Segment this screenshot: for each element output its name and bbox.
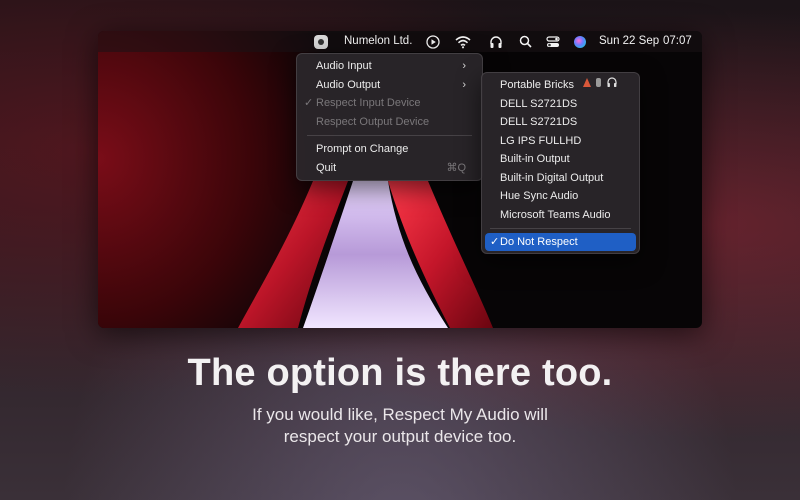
submenu-item-do-not-respect[interactable]: ✓ Do Not Respect [485,233,636,251]
search-icon[interactable] [519,31,532,52]
menu-item-label: Audio Output [316,79,381,91]
hero-subtitle-line-2: respect your output device too. [283,427,517,446]
menu-item-label: Quit [316,162,337,174]
menu-item-label: Respect Output Device [316,116,430,128]
menu-item-prompt-on-change[interactable]: Prompt on Change [316,140,408,158]
shortcut-label: ⌘Q [446,162,466,174]
menu-item-label: Respect Input Device [316,97,421,109]
app-dropdown-menu: Audio Input › Audio Output › ✓ Respect I… [296,53,483,181]
menu-item-respect-input-device[interactable]: ✓ Respect Input Device [304,94,421,112]
chevron-right-icon: › [462,60,466,72]
audio-output-submenu: Portable Bricks DELL S2721DS DELL S2721D… [481,72,640,254]
siri-icon[interactable] [573,31,587,52]
hero-subtitle: If you would like, Respect My Audio will… [0,404,800,448]
headphones-icon[interactable] [489,31,503,52]
menu-item-label: Prompt on Change [316,143,409,155]
app-icon [314,34,328,49]
menu-separator [307,135,472,136]
desktop-screenshot: Numelon Ltd. Sun 22 Sep 07:07 Audio Inpu… [98,31,702,328]
submenu-item-hue-sync[interactable]: Hue Sync Audio [500,187,578,205]
speaker-emoji-icons [582,76,622,94]
app-menu-extra[interactable] [314,31,328,52]
play-icon[interactable] [426,31,440,52]
submenu-item-lg[interactable]: LG IPS FULLHD [500,132,581,150]
submenu-item-built-in-output[interactable]: Built-in Output [500,150,570,168]
checkmark-icon: ✓ [304,97,314,109]
wifi-icon[interactable] [455,31,471,52]
hero-subtitle-line-1: If you would like, Respect My Audio will [252,405,548,424]
control-center-icon[interactable] [546,31,560,52]
chevron-right-icon: › [462,79,466,91]
menu-item-audio-input[interactable]: Audio Input › [316,57,476,75]
hero-title: The option is there too. [187,352,613,394]
app-name[interactable]: Numelon Ltd. [344,31,412,52]
menu-item-audio-output[interactable]: Audio Output › [316,76,476,94]
submenu-item-dell-2[interactable]: DELL S2721DS [500,113,577,131]
menu-item-quit[interactable]: Quit ⌘Q [316,159,476,177]
submenu-item-dell-1[interactable]: DELL S2721DS [500,95,577,113]
checkmark-icon: ✓ [490,236,500,248]
menu-item-respect-output-device[interactable]: Respect Output Device [316,113,429,131]
submenu-item-portable-bricks[interactable]: Portable Bricks [500,76,622,94]
submenu-item-label: Portable Bricks [500,79,574,91]
submenu-separator [490,228,631,229]
menubar-time[interactable]: 07:07 [663,31,692,52]
menubar-date[interactable]: Sun 22 Sep [599,31,659,52]
menu-bar: Numelon Ltd. Sun 22 Sep 07:07 [98,31,702,52]
submenu-item-built-in-digital[interactable]: Built-in Digital Output [500,169,603,187]
submenu-item-label: Do Not Respect [500,236,578,248]
submenu-item-teams-audio[interactable]: Microsoft Teams Audio [500,206,610,224]
menu-item-label: Audio Input [316,60,372,72]
